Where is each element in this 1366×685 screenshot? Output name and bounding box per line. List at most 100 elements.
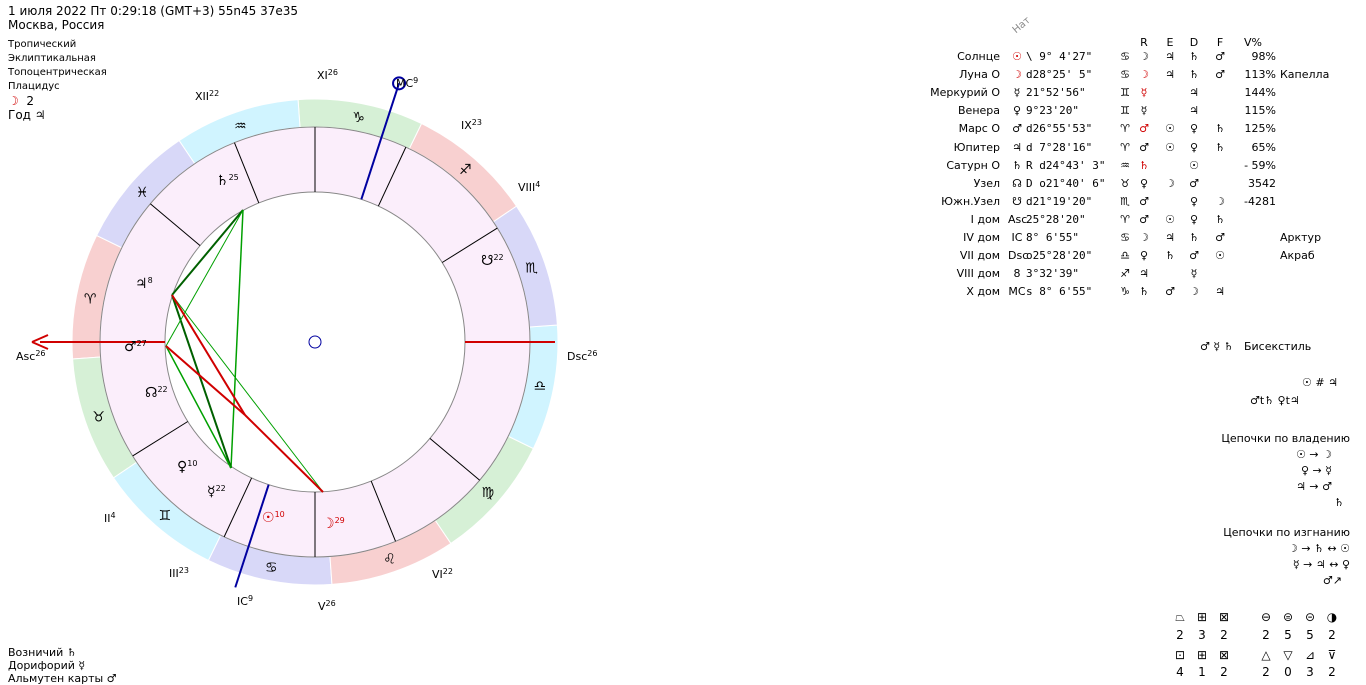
zodiac-sign-icon: ♎	[534, 379, 547, 395]
row-sign-icon: ♉	[1120, 176, 1130, 190]
row-name: X дом	[966, 285, 1000, 299]
row-glyph: ♃	[1012, 140, 1022, 154]
row-sign-icon: ♎	[1120, 249, 1130, 263]
table-row[interactable]: VII дом Dsc o25°28'20" ♎ ♀ ♄ ♂ ☉ Акраб	[920, 247, 1360, 265]
mc-label: MC9	[396, 76, 418, 90]
row-position: \ 9° 4'27"	[1026, 50, 1093, 63]
row-glyph: ☽	[1012, 68, 1022, 82]
zodiac-sign-icon: ♊	[158, 508, 171, 524]
chain-line: ♂↗	[1322, 574, 1342, 587]
table-row[interactable]: Луна O ☽ d28°25' 5" ♋ ☽ ♃ ♄ ♂ 113% Капелла	[920, 66, 1360, 84]
element-icon: ⊞	[1196, 648, 1208, 662]
row-position: d 7°28'16"	[1026, 140, 1093, 154]
element-count: 2	[1328, 628, 1336, 642]
zodiac-sign-icon: ♌	[383, 552, 396, 568]
row-name: Узел	[973, 176, 1000, 190]
row-sign-icon: ♋	[1120, 68, 1130, 82]
row-exalt: ♃	[1165, 50, 1175, 63]
zodiac-sign-icon: ♈	[84, 291, 97, 307]
row-strength: 144%	[1244, 86, 1276, 100]
row-fall: ♂	[1215, 68, 1225, 82]
natal-wheel[interactable]: ♈ ♉ ♊ ♋ ♌ ♍ ♎ ♏ ♐ ♑ ♒ ♓ Asc26 Dsc26 MC9 IC9 II4 III23 V26 V…	[0, 60, 620, 640]
row-detriment: ♀	[1189, 212, 1199, 226]
element-count: 2	[1262, 665, 1270, 679]
element-count: 4	[1176, 665, 1184, 679]
inner-circle	[164, 191, 466, 493]
row-glyph: MC	[1008, 285, 1026, 299]
element-icon: ⊿	[1304, 648, 1316, 662]
table-row[interactable]: I дом Asc 25°28'20" ♈ ♂ ☉ ♀ ♄	[920, 211, 1360, 229]
row-fall: ☉	[1215, 249, 1225, 263]
row-star: Капелла	[1280, 68, 1330, 82]
table-row[interactable]: Меркурий O ☿ 21°52'56" ♊ ☿ ♃ 144%	[920, 84, 1360, 102]
table-row[interactable]: Узел ☊ D o21°40' 6" ♉ ♀ ☽ ♂ 3542	[920, 175, 1360, 193]
chart-rulers: Возничий ♄ Дорифорий ☿ Альмутен карты ♂	[8, 646, 117, 685]
row-fall: ♄	[1215, 140, 1225, 154]
element-icon: ⊡	[1174, 648, 1186, 662]
row-ruler: ☿	[1140, 104, 1148, 118]
alm-label: Альмутен карты	[8, 672, 104, 685]
bisextile-label: Бисекстиль	[1243, 340, 1312, 353]
table-row[interactable]: X дом MC s 8° 6'55" ♑ ♄ ♂ ☽ ♃	[920, 283, 1360, 301]
element-icon: ⊠	[1218, 610, 1230, 624]
element-icon: ⊠	[1218, 648, 1230, 662]
row-strength: 115%	[1244, 104, 1276, 118]
row-exalt: ☽	[1165, 176, 1175, 190]
row-detriment: ♀	[1189, 140, 1199, 154]
table-row[interactable]: Юпитер ♃ d 7°28'16" ♈ ♂ ☉ ♀ ♄ 65%	[920, 139, 1360, 157]
saturn-icon: ♄	[66, 646, 77, 659]
row-detriment: ♂	[1189, 176, 1199, 190]
chart-location: Москва, Россия	[8, 18, 105, 32]
row-exalt: ♃	[1165, 68, 1175, 82]
bisextile-row: ♂ ☿ ♄ Бисекстиль	[1200, 340, 1311, 353]
table-row[interactable]: Марс O ♂ d26°55'53" ♈ ♂ ☉ ♀ ♄ 125%	[920, 120, 1360, 138]
dor-label: Дорифорий	[8, 659, 75, 672]
row-name: IV дом	[963, 231, 1000, 244]
asc-label: Asc26	[16, 349, 46, 363]
chain-line: ☉ → ☽	[1296, 448, 1332, 461]
ic-label: IC9	[237, 594, 253, 608]
house-label: II4	[104, 511, 116, 525]
row-position: d28°25' 5"	[1026, 68, 1093, 82]
vozn-row: Возничий ♄	[8, 646, 117, 659]
chart-datetime: 1 июля 2022 Пт 0:29:18 (GMT+3) 55n45 37e…	[8, 4, 299, 18]
house-label: XII22	[195, 89, 219, 103]
table-row[interactable]: VIII дом 8 3°32'39" ♐ ♃ ☿	[920, 265, 1360, 283]
row-position: 3°32'39"	[1026, 267, 1079, 281]
row-position: d21°19'20"	[1026, 194, 1093, 208]
zodiac-sign-icon: ♋	[265, 560, 278, 576]
row-detriment: ♀	[1189, 194, 1199, 208]
row-detriment: ☽	[1189, 285, 1199, 299]
row-sign-icon: ♈	[1120, 212, 1130, 226]
row-strength: - 59%	[1244, 158, 1276, 172]
row-star: Арктур	[1280, 231, 1322, 244]
row-position: s 8° 6'55"	[1026, 285, 1093, 299]
row-ruler: ☽	[1139, 50, 1149, 63]
row-name: VIII дом	[956, 267, 1000, 281]
row-position: 9°23'20"	[1026, 104, 1079, 118]
table-row[interactable]: Южн.Узел ☋ d21°19'20" ♏ ♂ ♀ ☽ -4281	[920, 193, 1360, 211]
row-exalt: ☉	[1165, 122, 1175, 136]
row-sign-icon: ♒	[1120, 158, 1130, 172]
element-count: 2	[1220, 628, 1228, 642]
house-label: III23	[169, 566, 189, 580]
row-name: Венера	[958, 104, 1000, 118]
row-fall: ♂	[1215, 231, 1225, 244]
zodiac-sign-icon: ♏	[525, 260, 538, 276]
row-detriment: ♄	[1189, 231, 1199, 244]
element-count: 2	[1176, 628, 1184, 642]
row-name: Луна O	[959, 68, 1000, 82]
bisextile-symbols: ♂ ☿ ♄	[1200, 340, 1234, 353]
row-name: Солнце	[957, 50, 1000, 63]
row-glyph: IC	[1011, 231, 1023, 244]
row-exalt: ♂	[1165, 285, 1175, 299]
row-detriment: ♄	[1189, 68, 1199, 82]
row-detriment: ♄	[1189, 50, 1199, 63]
row-name: Сатурн O	[946, 158, 1000, 172]
row-ruler: ☽	[1139, 231, 1149, 244]
table-row[interactable]: Сатурн O ♄ R d24°43' 3" ♒ ♄ ☉ - 59%	[920, 157, 1360, 175]
table-row[interactable]: Венера ♀ 9°23'20" ♊ ☿ ♃ 115%	[920, 102, 1360, 120]
table-row[interactable]: IV дом IC 8° 6'55" ♋ ☽ ♃ ♄ ♂ Арктур	[920, 229, 1360, 247]
table-row[interactable]: Солнце ☉ \ 9° 4'27" ♋ ☽ ♃ ♄ ♂ 98%	[920, 48, 1360, 66]
element-icon: ⏢	[1175, 610, 1185, 624]
